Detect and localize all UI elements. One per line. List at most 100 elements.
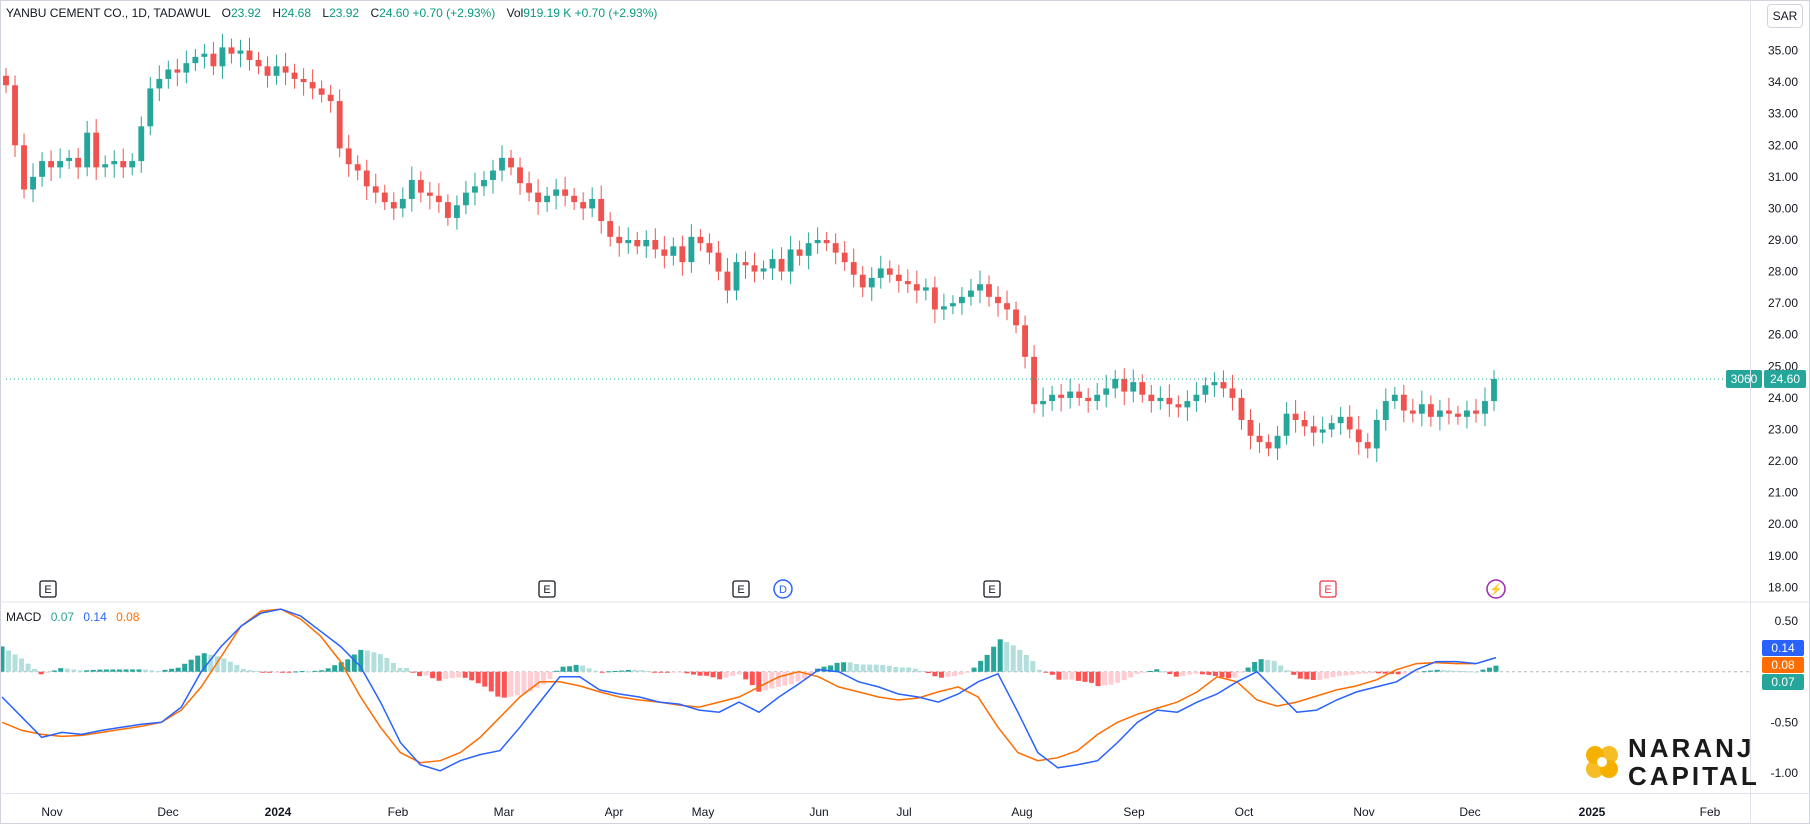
candle-body: [354, 164, 361, 171]
macd-histogram-bar: [1017, 649, 1023, 672]
macd-histogram-bar: [1023, 654, 1029, 672]
candle-body: [1319, 429, 1326, 433]
candle-body: [805, 243, 812, 256]
macd-histogram-bar: [1043, 671, 1049, 673]
macd-histogram-bar: [749, 671, 755, 686]
chart-canvas[interactable]: 36.0035.0034.0033.0032.0031.0030.0029.00…: [0, 0, 1810, 824]
macd-histogram-bar: [149, 670, 155, 672]
macd-histogram-bar: [1369, 671, 1375, 674]
candle-body: [796, 249, 803, 256]
macd-histogram-bar: [1428, 670, 1434, 672]
macd-histogram-bar: [1115, 671, 1121, 683]
symbol-title: YANBU CEMENT CO., 1D, TADAWUL: [6, 6, 211, 20]
macd-histogram-bar: [540, 671, 546, 685]
candle-body: [625, 240, 632, 244]
price-tick-label: 33.00: [1768, 107, 1798, 121]
candle-body: [904, 281, 911, 285]
price-tick-label: 23.00: [1768, 422, 1798, 436]
macd-histogram-bar: [1245, 667, 1251, 672]
macd-histogram-bar: [1108, 671, 1114, 685]
price-tick-label: 30.00: [1768, 201, 1798, 215]
candle-body: [111, 161, 118, 165]
macd-histogram-bar: [32, 668, 38, 672]
macd-histogram-bar: [1212, 671, 1218, 677]
macd-histogram-bar: [1343, 671, 1349, 676]
candle-body: [1130, 382, 1137, 392]
macd-histogram-bar: [273, 671, 279, 673]
candle-body: [724, 271, 731, 291]
symbol-header: YANBU CEMENT CO., 1D, TADAWUL O23.92 H24…: [6, 6, 657, 20]
macd-histogram-bar: [286, 671, 292, 673]
candle-body: [589, 198, 596, 209]
candle-body: [958, 296, 965, 304]
macd-histogram-bar: [423, 671, 429, 676]
signal-value-badge-label: 0.08: [1771, 658, 1795, 672]
macd-histogram-bar: [1291, 671, 1297, 675]
candle-body: [1346, 416, 1353, 430]
macd-histogram-bar: [1239, 671, 1245, 673]
macd-hist-value: 0.07: [50, 610, 75, 624]
candle-body: [1148, 394, 1155, 402]
macd-histogram-bar: [495, 671, 501, 697]
macd-histogram-bar: [188, 659, 194, 672]
macd-histogram-bar: [599, 671, 605, 673]
macd-histogram-bar: [971, 667, 977, 672]
candle-body: [30, 176, 36, 190]
candle-body: [553, 189, 560, 196]
macd-histogram-bar: [984, 654, 990, 672]
macd-histogram-bar: [1258, 659, 1264, 672]
candle-body: [1418, 404, 1425, 414]
macd-histogram-bar: [364, 650, 370, 672]
macd-histogram-bar: [103, 669, 109, 672]
event-label: D: [779, 584, 787, 596]
macd-histogram-bar: [417, 671, 423, 677]
macd-histogram-bar: [384, 657, 390, 672]
macd-histogram-bar: [925, 671, 931, 674]
candle-body: [156, 78, 163, 89]
macd-histogram-bar: [723, 671, 729, 678]
macd-histogram-bar: [1167, 671, 1173, 675]
macd-histogram-bar: [501, 671, 507, 698]
macd-histogram-bar: [1193, 671, 1199, 674]
macd-histogram-bar: [658, 671, 664, 673]
macd-histogram-bar: [1480, 669, 1486, 672]
macd-histogram-bar: [1265, 659, 1271, 672]
candle-body: [264, 66, 271, 76]
candle-body: [832, 243, 839, 253]
price-tick-label: 35.00: [1768, 44, 1798, 58]
macd-histogram-bar: [51, 670, 57, 672]
macd-histogram-bar: [1186, 671, 1192, 675]
candle-body: [751, 265, 758, 272]
candle-body: [499, 157, 505, 171]
change-value: +0.70 (+2.93%): [412, 6, 496, 20]
macd-histogram-bar: [997, 639, 1003, 672]
candle-body: [977, 284, 983, 291]
candle-body: [381, 192, 388, 203]
macd-histogram-bar: [508, 671, 514, 697]
naranj-capital-logo: NARANJ CAPITAL: [1582, 732, 1762, 796]
event-label: E: [737, 584, 744, 596]
event-label: E: [988, 584, 995, 596]
price-pane[interactable]: [3, 33, 1750, 462]
macd-tick-label: -0.50: [1771, 715, 1799, 729]
macd-histogram-bar: [841, 662, 847, 672]
currency-button[interactable]: SAR: [1767, 4, 1803, 28]
candle-body: [697, 236, 704, 244]
macd-histogram-bar: [1336, 671, 1342, 677]
candle-body: [1283, 413, 1290, 436]
candle-body: [1482, 401, 1488, 414]
candle-body: [760, 268, 767, 272]
macd-histogram-bar: [1382, 671, 1388, 674]
event-label: ⚡: [1489, 583, 1503, 596]
price-tick-label: 28.00: [1768, 265, 1798, 279]
macd-tick-label: 0.50: [1775, 614, 1799, 628]
macd-pane[interactable]: [0, 608, 1750, 772]
macd-histogram-bar: [1415, 671, 1421, 673]
candle-body: [679, 246, 686, 263]
candle-body: [1238, 397, 1245, 420]
last-price-label: 24.60: [1770, 372, 1800, 386]
macd-histogram-bar: [952, 671, 958, 677]
candle-body: [1094, 394, 1101, 402]
candle-body: [174, 69, 181, 73]
macd-histogram-bar: [762, 671, 768, 691]
